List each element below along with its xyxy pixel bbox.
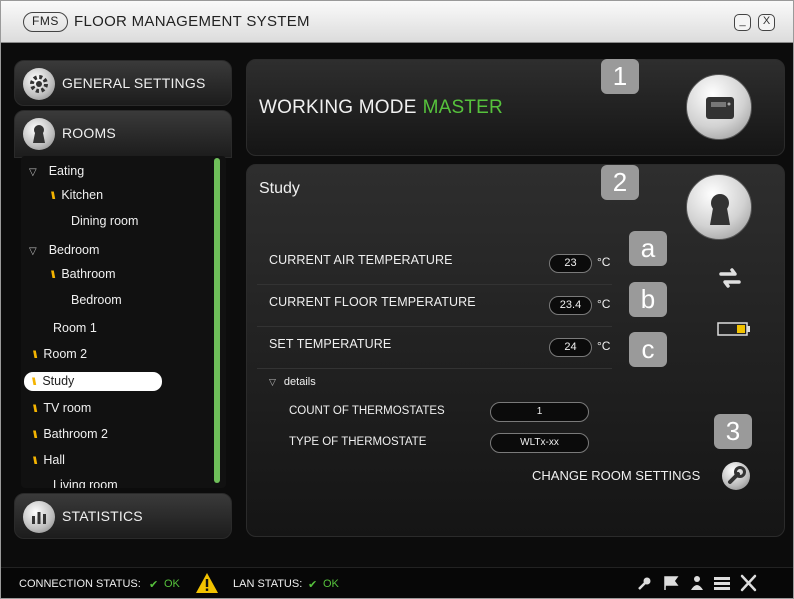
- room-lock-button[interactable]: [686, 174, 752, 240]
- tree-item-dining-room[interactable]: Dining room: [71, 214, 138, 228]
- tree-item-room-2[interactable]: \\\ Room 2: [33, 347, 87, 361]
- callout-badge-2: 2: [601, 165, 639, 200]
- floor-temperature-unit: °C: [597, 297, 611, 311]
- lan-status-value: OK: [323, 578, 339, 590]
- expand-triangle-icon[interactable]: ▽: [29, 167, 37, 178]
- callout-badge-3: 3: [714, 414, 752, 449]
- connection-status-label: CONNECTION STATUS:: [19, 578, 141, 590]
- tree-item-bedroom[interactable]: Bedroom: [71, 293, 122, 307]
- wrench-icon: [728, 466, 746, 484]
- title-bar: FMS FLOOR MANAGEMENT SYSTEM _ X: [1, 1, 793, 43]
- general-settings-label: GENERAL SETTINGS: [62, 75, 206, 91]
- floor-temperature-label: CURRENT FLOOR TEMPERATURE: [269, 295, 476, 309]
- set-temperature-label: SET TEMPERATURE: [269, 337, 392, 351]
- thermostat-count-label: COUNT OF THERMOSTATES: [289, 405, 445, 417]
- heating-icon: \\\: [33, 350, 38, 361]
- status-bar: CONNECTION STATUS: ✔ OK LAN STATUS: ✔ OK: [1, 567, 793, 598]
- heating-icon: \\\: [33, 430, 38, 441]
- air-temperature-label: CURRENT AIR TEMPERATURE: [269, 253, 453, 267]
- tree-item-tv-room[interactable]: \\\ TV room: [33, 401, 91, 415]
- row-divider: [257, 326, 612, 327]
- tools-icon[interactable]: [739, 574, 759, 597]
- heating-icon: \\\: [33, 456, 38, 467]
- flag-icon[interactable]: [663, 575, 679, 596]
- callout-badge-b: b: [629, 282, 667, 317]
- rooms-label: ROOMS: [62, 125, 116, 141]
- app-window: FMS FLOOR MANAGEMENT SYSTEM _ X GENERAL …: [0, 0, 794, 599]
- tree-item-eating[interactable]: ▽ Eating: [29, 164, 84, 178]
- battery-icon: [717, 322, 751, 341]
- change-room-settings-link[interactable]: CHANGE ROOM SETTINGS: [532, 468, 700, 483]
- close-button[interactable]: X: [758, 14, 775, 31]
- heating-icon: \\\: [33, 404, 38, 415]
- gear-icon: [23, 68, 55, 100]
- working-mode-label: WORKING MODE MASTER: [259, 97, 503, 118]
- keyhole-icon: [710, 194, 730, 225]
- rooms-button[interactable]: ROOMS: [14, 110, 232, 158]
- sync-icon[interactable]: [717, 265, 743, 296]
- floor-temperature-value: 23.4: [549, 296, 592, 315]
- device-mode-button[interactable]: [686, 74, 752, 140]
- tree-item-bedroom-group[interactable]: ▽ Bedroom: [29, 243, 99, 257]
- minimize-button[interactable]: _: [734, 14, 751, 31]
- row-divider: [257, 368, 612, 369]
- tree-item-hall[interactable]: \\\ Hall: [33, 453, 65, 467]
- device-icon: [706, 97, 734, 119]
- set-temperature-value[interactable]: 24: [549, 338, 592, 357]
- lan-check-icon: ✔: [308, 579, 318, 591]
- heating-icon: \\\: [51, 191, 56, 202]
- heating-icon: \\\: [32, 377, 37, 388]
- lan-status-label: LAN STATUS:: [233, 578, 303, 590]
- callout-badge-1: 1: [601, 59, 639, 94]
- bar-chart-icon: [23, 501, 55, 533]
- callout-badge-a: a: [629, 231, 667, 266]
- callout-badge-c: c: [629, 332, 667, 367]
- tree-item-study[interactable]: \\\ Study: [24, 372, 162, 391]
- working-mode-value: MASTER: [422, 97, 503, 118]
- keyhole-icon: [23, 118, 55, 150]
- room-title: Study: [259, 180, 300, 197]
- expand-triangle-icon: ▽: [269, 377, 276, 387]
- thermostat-count-value: 1: [490, 402, 589, 422]
- app-title: FLOOR MANAGEMENT SYSTEM: [74, 13, 310, 30]
- rooms-tree: ▽ Eating \\\ Kitchen Dining room ▽ Bedroom …: [21, 156, 226, 488]
- row-divider: [257, 284, 612, 285]
- heating-icon: \\\: [51, 270, 56, 281]
- air-temperature-value: 23: [549, 254, 592, 273]
- expand-triangle-icon[interactable]: ▽: [29, 246, 37, 257]
- user-icon[interactable]: [689, 575, 705, 596]
- connection-check-icon: ✔: [149, 579, 159, 591]
- tree-item-living-room[interactable]: Living room: [53, 478, 118, 488]
- air-temperature-unit: °C: [597, 255, 611, 269]
- app-logo: FMS: [23, 12, 68, 32]
- tree-scrollbar[interactable]: [214, 158, 220, 483]
- warning-icon[interactable]: [195, 572, 219, 599]
- connection-status-value: OK: [164, 578, 180, 590]
- tree-item-room-1[interactable]: Room 1: [53, 321, 97, 335]
- database-icon[interactable]: [713, 575, 731, 596]
- details-toggle[interactable]: ▽ details: [269, 376, 316, 388]
- key-icon[interactable]: [637, 575, 653, 596]
- set-temperature-unit: °C: [597, 339, 611, 353]
- wrench-button[interactable]: [722, 462, 750, 490]
- statistics-label: STATISTICS: [62, 508, 143, 524]
- thermostat-type-label: TYPE OF THERMOSTATE: [289, 436, 427, 448]
- tree-item-bathroom[interactable]: \\\ Bathroom: [51, 267, 116, 281]
- tree-item-kitchen[interactable]: \\\ Kitchen: [51, 188, 103, 202]
- general-settings-button[interactable]: GENERAL SETTINGS: [14, 60, 232, 106]
- tree-item-bathroom-2[interactable]: \\\ Bathroom 2: [33, 427, 108, 441]
- thermostat-type-value: WLTx-xx: [490, 433, 589, 453]
- statistics-button[interactable]: STATISTICS: [14, 493, 232, 539]
